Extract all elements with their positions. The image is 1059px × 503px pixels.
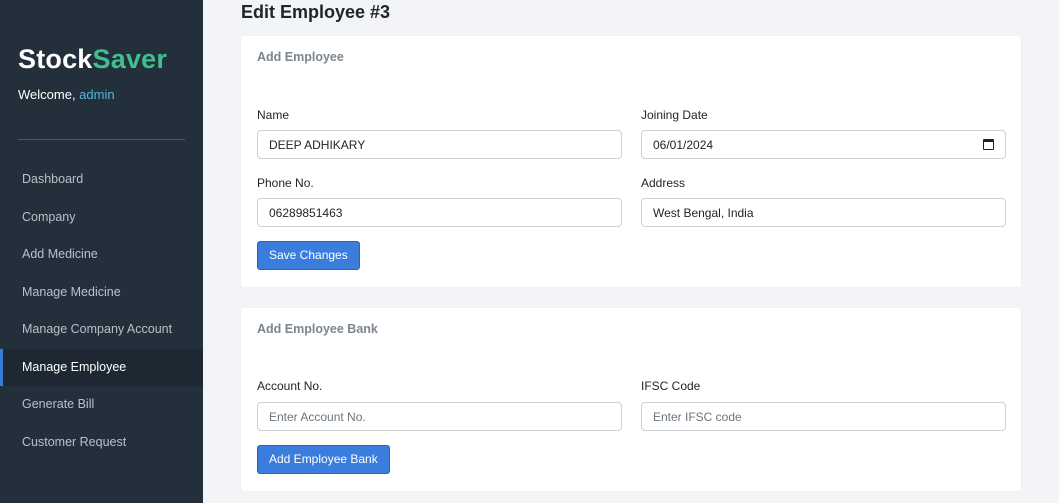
- calendar-icon[interactable]: [983, 139, 994, 150]
- sidebar: StockSaver Welcome, admin Dashboard Comp…: [0, 0, 203, 503]
- sidebar-item-company[interactable]: Company: [0, 199, 203, 237]
- sidebar-item-manage-medicine[interactable]: Manage Medicine: [0, 274, 203, 312]
- employee-form-title: Add Employee: [257, 50, 344, 64]
- main-content: Edit Employee #3 Add Employee Name Joini…: [203, 0, 1059, 503]
- sidebar-divider: [18, 139, 185, 140]
- address-label: Address: [641, 176, 686, 190]
- joining-date-label: Joining Date: [641, 108, 708, 122]
- joining-date-input[interactable]: 06/01/2024: [641, 130, 1006, 159]
- name-input[interactable]: [257, 130, 622, 159]
- name-label: Name: [257, 108, 290, 122]
- welcome-username: admin: [79, 87, 115, 102]
- ifsc-code-label: IFSC Code: [641, 379, 701, 393]
- save-changes-button[interactable]: Save Changes: [257, 241, 360, 270]
- employee-bank-title: Add Employee Bank: [257, 322, 378, 336]
- employee-bank-card: Add Employee Bank Account No. IFSC Code …: [241, 308, 1021, 491]
- joining-date-value: 06/01/2024: [653, 138, 714, 152]
- brand-text-stock: Stock: [18, 44, 93, 74]
- phone-input[interactable]: [257, 198, 622, 227]
- page-title: Edit Employee #3: [241, 2, 391, 22]
- account-no-input[interactable]: [257, 402, 622, 431]
- app-root: StockSaver Welcome, admin Dashboard Comp…: [0, 0, 1059, 503]
- welcome-text: Welcome, admin: [18, 87, 115, 102]
- sidebar-item-generate-bill[interactable]: Generate Bill: [0, 386, 203, 424]
- address-input[interactable]: [641, 198, 1006, 227]
- welcome-prefix: Welcome,: [18, 87, 80, 102]
- phone-label: Phone No.: [257, 176, 314, 190]
- account-no-label: Account No.: [257, 379, 323, 393]
- sidebar-item-manage-company-account[interactable]: Manage Company Account: [0, 311, 203, 349]
- sidebar-nav: Dashboard Company Add Medicine Manage Me…: [0, 161, 203, 461]
- sidebar-item-dashboard[interactable]: Dashboard: [0, 161, 203, 199]
- add-employee-bank-button[interactable]: Add Employee Bank: [257, 445, 390, 474]
- brand-logo[interactable]: StockSaver: [18, 44, 167, 75]
- ifsc-code-input[interactable]: [641, 402, 1006, 431]
- sidebar-item-add-medicine[interactable]: Add Medicine: [0, 236, 203, 274]
- employee-form-card: Add Employee Name Joining Date 06/01/202…: [241, 36, 1021, 287]
- brand-text-saver: Saver: [92, 44, 168, 74]
- sidebar-item-customer-request[interactable]: Customer Request: [0, 424, 203, 462]
- sidebar-item-manage-employee[interactable]: Manage Employee: [0, 348, 203, 386]
